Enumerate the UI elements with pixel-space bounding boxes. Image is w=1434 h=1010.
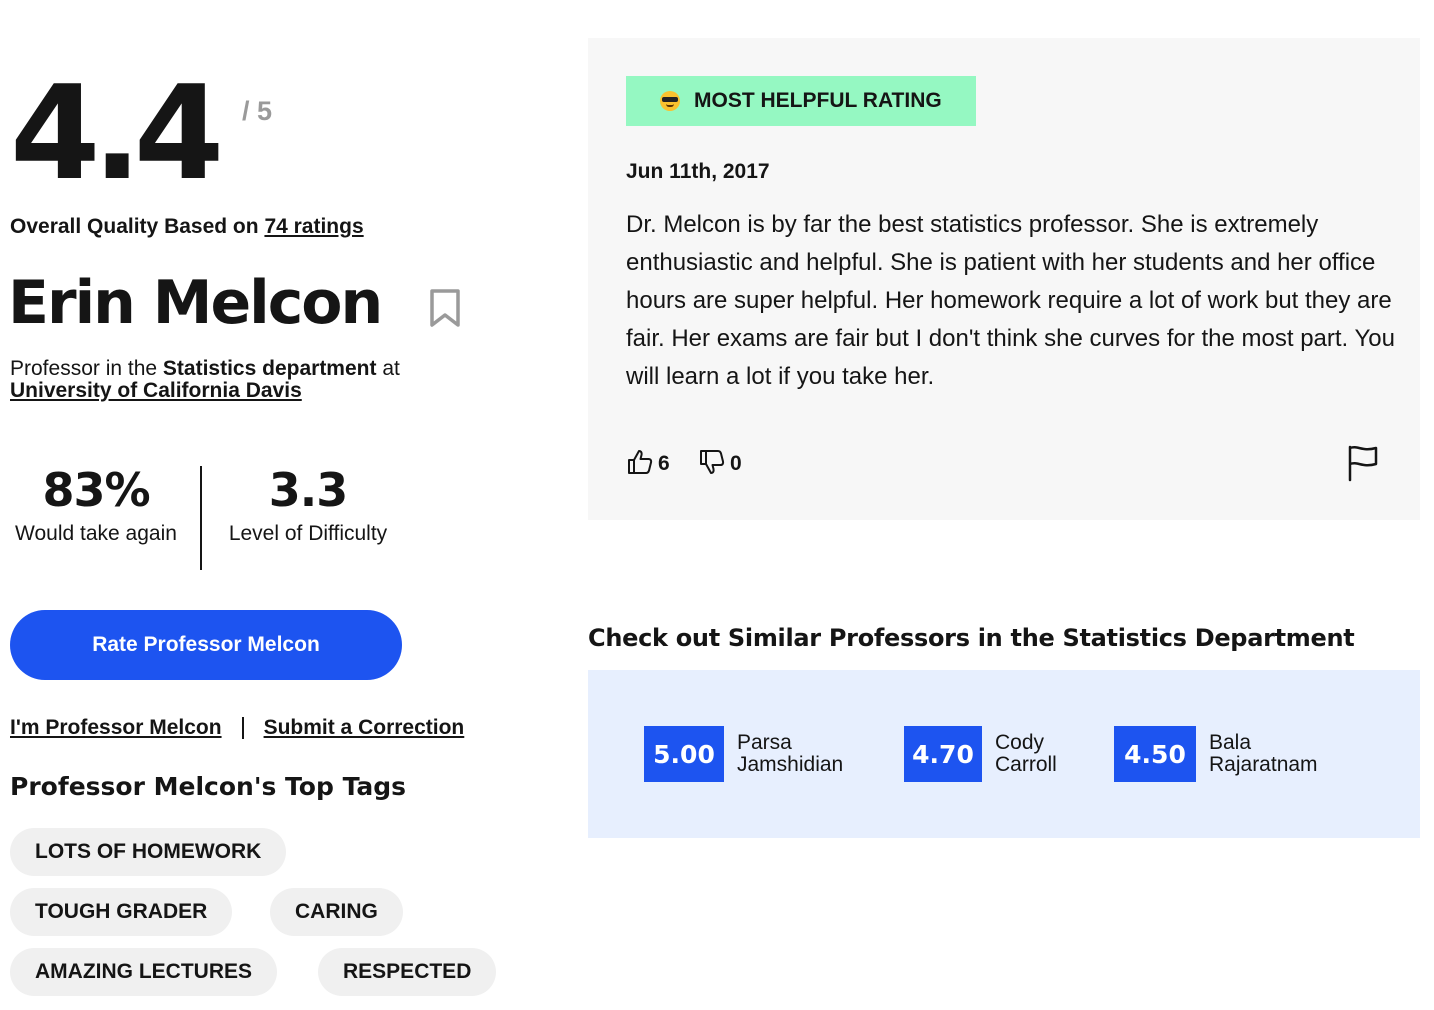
similar-professors-heading: Check out Similar Professors in the Stat… (588, 624, 1355, 652)
similar-professor-last-name: Carroll (995, 753, 1057, 776)
overall-quality-line: Overall Quality Based on 74 ratings (10, 215, 364, 239)
top-tags-heading: Professor Melcon's Top Tags (10, 772, 407, 801)
difficulty-stat: 3.3 Level of Difficulty (222, 462, 394, 546)
link-separator (241, 717, 244, 739)
similar-professor-last-name: Jamshidian (737, 753, 844, 776)
stat-divider (200, 466, 202, 570)
rating-date: Jun 11th, 2017 (626, 160, 770, 183)
similar-professor-first-name: Cody (995, 731, 1045, 754)
professor-links-row: I'm Professor Melcon Submit a Correction (10, 716, 464, 740)
difficulty-value: 3.3 (268, 463, 349, 517)
thumbs-down-button[interactable]: 0 (698, 448, 742, 476)
tag-tough-grader: TOUGH GRADER (10, 888, 233, 936)
thumbs-up-count: 6 (658, 452, 670, 475)
thumbs-up-button[interactable]: 6 (626, 448, 670, 476)
claim-professor-link[interactable]: I'm Professor Melcon (10, 716, 222, 740)
tag-respected: RESPECTED (318, 948, 497, 996)
most-helpful-rating-card: MOST HELPFUL RATING Jun 11th, 2017 Dr. M… (588, 38, 1420, 520)
tag-amazing-lectures: AMAZING LECTURES (10, 948, 277, 996)
rating-comment: Dr. Melcon is by far the best statistics… (626, 211, 1395, 390)
similar-professor-item[interactable]: 4.50 Bala Rajaratnam (1114, 726, 1318, 782)
most-helpful-label: MOST HELPFUL RATING (694, 89, 942, 112)
similar-professor-score: 4.50 (1114, 726, 1196, 782)
similar-professor-last-name: Rajaratnam (1209, 753, 1318, 776)
difficulty-label: Level of Difficulty (228, 522, 388, 545)
professor-department-line: Professor in the Statistics department a… (10, 358, 490, 402)
thumbs-up-icon (628, 450, 653, 474)
similar-professor-item[interactable]: 5.00 Parsa Jamshidian (644, 726, 843, 782)
submit-correction-link[interactable]: Submit a Correction (264, 716, 465, 740)
university-link[interactable]: University of California Davis (10, 379, 302, 402)
similar-professor-name: Bala Rajaratnam (1209, 732, 1318, 776)
rate-professor-button[interactable]: Rate Professor Melcon (10, 610, 402, 680)
flag-icon[interactable] (1346, 444, 1380, 482)
tag-caring: CARING (270, 888, 403, 936)
most-helpful-badge: MOST HELPFUL RATING (626, 76, 976, 126)
overall-rating-max: / 5 (242, 96, 273, 126)
thumbs-down-count: 0 (730, 452, 742, 475)
similar-professor-first-name: Bala (1209, 731, 1252, 754)
thumbs-down-icon (700, 450, 725, 474)
similar-professor-item[interactable]: 4.70 Cody Carroll (904, 726, 1057, 782)
overall-quality-label: Overall Quality Based on (10, 215, 259, 238)
similar-professor-first-name: Parsa (737, 731, 792, 754)
role-prefix: Professor in the (10, 357, 158, 380)
similar-professor-name: Parsa Jamshidian (737, 732, 843, 776)
similar-professors-panel: 5.00 Parsa Jamshidian 4.70 Cody Carroll … (588, 670, 1420, 838)
similar-professor-name: Cody Carroll (995, 732, 1057, 776)
tag-lots-of-homework: LOTS OF HOMEWORK (10, 828, 287, 876)
would-take-again-value: 83% (42, 463, 150, 517)
professor-name: Erin Melcon (8, 268, 383, 338)
department-name: Statistics department (162, 357, 377, 380)
overall-rating-value: 4.4 (10, 57, 224, 209)
ratings-count-link[interactable]: 74 ratings (264, 215, 363, 238)
similar-professor-score: 5.00 (644, 726, 724, 782)
would-take-again-stat: 83% Would take again (10, 462, 182, 546)
similar-professor-score: 4.70 (904, 726, 982, 782)
would-take-again-label: Would take again (15, 522, 177, 545)
bookmark-icon[interactable] (428, 288, 462, 328)
at-text: at (382, 357, 400, 380)
sunglasses-emoji-icon (660, 91, 680, 111)
